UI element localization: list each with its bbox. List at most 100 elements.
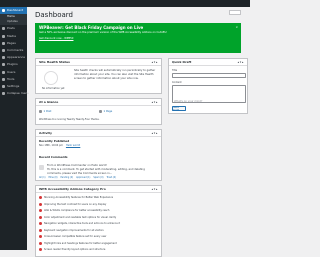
- published-row: Nov 18th, 10:04 pm Hello world!: [39, 144, 80, 147]
- widget-header: At a Glance ▴▾▴: [36, 99, 161, 106]
- glance-posts-label: 1 Post: [43, 110, 52, 113]
- glance-posts[interactable]: 1 Post: [39, 110, 51, 113]
- sidebar-item-label: Appearance: [7, 55, 26, 60]
- filter-pending[interactable]: Pending (0): [61, 176, 74, 179]
- list-item-label: ADA & WCAG compliance for better accessi…: [44, 209, 110, 212]
- notice-link[interactable]: Get discount now - WPB50: [39, 37, 237, 42]
- admin-bar: [0, 0, 250, 7]
- feature-icon: [39, 196, 42, 199]
- health-status: No information yet: [42, 87, 65, 90]
- sidebar-item-label: Comments: [7, 48, 24, 53]
- plugin-icon: [2, 63, 5, 67]
- activity-widget: Activity ▴▾▴ Recently Published Nov 18th…: [35, 129, 162, 181]
- widget-controls[interactable]: ▴▾▴: [152, 187, 158, 191]
- sidebar-item-media[interactable]: Media: [0, 33, 27, 40]
- widget-title: Site Health Status: [39, 60, 70, 64]
- notice-title: WPBeaver: Get Black Friday Campaign on L…: [39, 25, 144, 30]
- widget-controls[interactable]: ▴▾▴: [152, 131, 158, 135]
- widget-header: Activity ▴▾▴: [36, 130, 161, 137]
- sidebar-item-label: Dashboard: [7, 8, 24, 13]
- users-icon: [2, 70, 5, 74]
- list-item[interactable]: Cross-browser compatible feature set for…: [39, 235, 106, 238]
- widget-controls[interactable]: ▴▾▴: [238, 60, 244, 64]
- filter-approved[interactable]: Approved (1): [76, 176, 90, 179]
- site-health-widget: Site Health Status ▴▾▴ No information ye…: [35, 58, 162, 94]
- feature-icon: [39, 228, 42, 232]
- sidebar-item-settings[interactable]: Settings: [0, 83, 27, 90]
- avatar: [39, 165, 44, 170]
- widget-header: Quick Draft ▴▾▴: [169, 59, 247, 66]
- sidebar-item-plugins[interactable]: Plugins: [0, 61, 27, 68]
- comment-icon: [2, 49, 5, 53]
- health-text: Site health checks will automatically ru…: [74, 69, 156, 80]
- list-item[interactable]: Highlight links and headings features fo…: [39, 241, 117, 245]
- glance-wp-version: WordPress 6.x running Twenty Twenty-Four…: [39, 118, 100, 121]
- submenu-item-updates[interactable]: Updates: [0, 20, 27, 25]
- notice-body: Get a 50% exclusive discount on the prem…: [39, 31, 167, 34]
- sidebar-item-label: Posts: [7, 26, 15, 31]
- list-item[interactable]: Improving the text contrast for users on…: [39, 202, 107, 206]
- list-item[interactable]: Color adjustment and readable text optio…: [39, 215, 117, 219]
- draft-title-input[interactable]: [172, 73, 246, 78]
- sidebar-item-label: Collapse menu: [7, 91, 30, 96]
- list-item-label: Improving the text contrast for users on…: [44, 202, 107, 206]
- addons-widget: WPB Accessibility Addons Category Pro ▴▾…: [35, 185, 162, 257]
- sidebar-submenu: Home Updates: [0, 14, 27, 26]
- sidebar-item-pages[interactable]: Pages: [0, 40, 27, 47]
- settings-icon: [2, 84, 5, 88]
- list-item-label: Stunning Accessibility features for Bett…: [44, 196, 114, 199]
- comment-item: From A WordPress Commenter on Hello worl…: [47, 164, 157, 176]
- promo-notice: WPBeaver: Get Black Friday Campaign on L…: [35, 23, 241, 53]
- sidebar-item-dashboard[interactable]: Dashboard: [0, 7, 27, 15]
- list-item[interactable]: Navigation widgets, interactive tools an…: [39, 222, 120, 225]
- filter-mine[interactable]: Mine (0): [49, 176, 58, 179]
- widget-header: WPB Accessibility Addons Category Pro ▴▾…: [36, 186, 161, 193]
- pin-icon: [2, 27, 5, 31]
- comment-text: Hi, this is a comment. To get started wi…: [47, 168, 145, 175]
- widget-header: Site Health Status ▴▾▴: [36, 59, 161, 66]
- sidebar-item-collapse[interactable]: Collapse menu: [0, 90, 30, 97]
- sidebar-item-tools[interactable]: Tools: [0, 76, 27, 83]
- list-item[interactable]: ADA & WCAG compliance for better accessi…: [39, 209, 109, 212]
- sidebar-item-appearance[interactable]: Appearance: [0, 54, 27, 61]
- sidebar-item-users[interactable]: Users: [0, 69, 27, 76]
- comment-filters: All (1) Mine (0) Pending (0) Approved (1…: [39, 176, 116, 179]
- close-icon[interactable]: ×: [235, 25, 238, 29]
- pin-icon: [39, 110, 42, 113]
- filter-all[interactable]: All (1): [39, 176, 46, 179]
- wrench-icon: [2, 77, 5, 81]
- recent-comments-heading: Recent Comments: [39, 155, 68, 159]
- list-item[interactable]: Keyboard navigation improvements for all…: [39, 228, 104, 232]
- collapse-icon: [2, 92, 5, 96]
- list-item[interactable]: Stunning Accessibility features for Bett…: [39, 196, 113, 199]
- sidebar-item-comments[interactable]: Comments: [0, 47, 27, 54]
- sidebar-item-label: Users: [7, 69, 16, 74]
- media-icon: [2, 34, 5, 38]
- draft-content-label: Content: [172, 81, 182, 84]
- feature-icon: [39, 241, 42, 245]
- sidebar-item-label: Tools: [7, 76, 15, 81]
- glance-pages[interactable]: 1 Page: [99, 110, 112, 113]
- widget-title: Quick Draft: [172, 60, 192, 64]
- sidebar-item-posts[interactable]: Posts: [0, 25, 27, 32]
- widget-controls[interactable]: ▴▾▴: [152, 60, 158, 64]
- list-item-label: Navigation widgets, interactive tools an…: [44, 222, 121, 225]
- sidebar-item-label: Pages: [7, 40, 16, 45]
- published-post-link[interactable]: Hello world!: [66, 144, 80, 147]
- feature-icon: [39, 215, 42, 219]
- filter-spam[interactable]: Spam (0): [93, 176, 103, 179]
- list-item-label: Color adjustment and readable text optio…: [44, 215, 117, 219]
- draft-content-textarea[interactable]: What's on your mind?: [172, 85, 246, 103]
- feature-icon: [39, 209, 42, 212]
- feature-icon: [39, 235, 42, 238]
- widget-title: WPB Accessibility Addons Category Pro: [39, 187, 106, 191]
- feature-icon: [39, 202, 42, 206]
- widget-controls[interactable]: ▴▾▴: [152, 100, 158, 104]
- admin-sidebar: Dashboard Home Updates Posts Media Pages…: [0, 7, 30, 250]
- save-draft-button[interactable]: Save Draft: [172, 106, 186, 112]
- sidebar-item-label: Media: [7, 33, 17, 38]
- screen-options-button[interactable]: [229, 10, 241, 15]
- glance-pages-label: 1 Page: [103, 110, 113, 113]
- page-icon: [2, 41, 5, 45]
- filter-trash[interactable]: Trash (0): [106, 176, 116, 179]
